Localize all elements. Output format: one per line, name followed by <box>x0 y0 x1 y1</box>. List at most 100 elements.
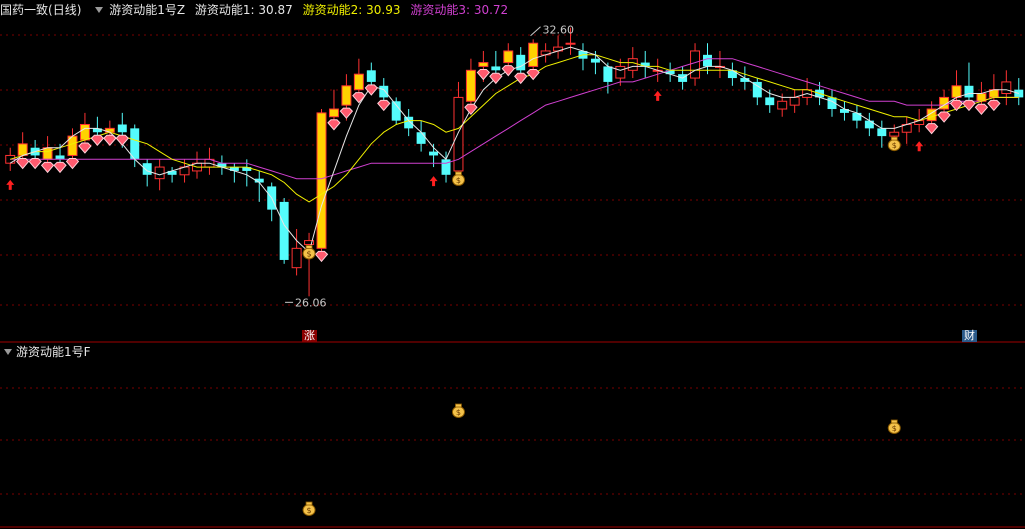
candle-body <box>291 247 302 269</box>
candle-body <box>703 54 712 67</box>
candle-body <box>42 147 53 160</box>
cai-marker: 财 <box>961 329 977 342</box>
candle-body <box>789 96 800 106</box>
candle-body <box>690 50 701 79</box>
candle-body <box>117 124 127 133</box>
indicator-name[interactable]: 游资动能1号Z <box>109 3 185 17</box>
candle-body <box>603 66 613 82</box>
up-arrow-icon <box>653 90 662 101</box>
money-bag-tie <box>890 136 898 141</box>
diamond-icon <box>115 134 129 147</box>
money-bag-symbol: $ <box>892 141 897 150</box>
candle-body <box>391 101 401 121</box>
diamond-icon <box>15 157 30 170</box>
candle-body <box>465 69 476 102</box>
candle-body <box>366 70 376 82</box>
diamond-icon <box>924 123 939 135</box>
diamond-icon <box>90 134 105 147</box>
candle-body <box>353 73 364 91</box>
ma1-line <box>9 46 1019 254</box>
diamond-icon <box>103 134 117 147</box>
stock-name: 国药一致 <box>0 3 49 17</box>
candle-body <box>55 155 65 160</box>
diamond-icon <box>352 92 366 104</box>
candle-body <box>79 123 90 141</box>
diamond-icon <box>526 68 540 81</box>
up-arrow-icon <box>429 176 438 187</box>
candle-body <box>528 42 539 67</box>
diamond-icon <box>974 103 989 116</box>
diamond-icon <box>364 84 378 96</box>
up-arrow-icon <box>915 141 924 152</box>
candle-body <box>565 42 576 45</box>
diamond-icon <box>987 99 1001 112</box>
candle-body <box>1001 81 1012 95</box>
candle-body <box>279 201 289 260</box>
diamond-icon <box>40 161 55 174</box>
money-bag-tie <box>305 245 313 249</box>
ma3-value: 30.72 <box>473 3 509 17</box>
candle-body <box>516 54 526 71</box>
candle-body <box>328 108 339 118</box>
candle-body <box>316 112 327 249</box>
diamond-icon <box>53 161 67 174</box>
candle-body <box>777 100 788 110</box>
candle-body <box>590 58 600 63</box>
sub-indicator-name[interactable]: 游资动能1号F <box>16 345 91 359</box>
high-pointer <box>530 26 541 37</box>
diamond-icon <box>962 99 976 112</box>
candle-body <box>416 132 426 144</box>
candle-body <box>17 143 28 156</box>
diamond-icon <box>28 157 42 170</box>
diamond-icon <box>937 111 951 123</box>
ma2-value: 30.93 <box>366 3 401 17</box>
candle-body <box>877 128 887 137</box>
diamond-icon <box>476 68 491 81</box>
low-price-label: 26.06 <box>295 296 327 309</box>
ma1-label: 游资动能1: <box>194 3 255 17</box>
candle-body <box>964 85 974 98</box>
diamond-icon <box>314 250 329 263</box>
sub-panel-header: 游资动能1号F <box>0 344 91 360</box>
ma3-label: 游资动能3: <box>410 3 470 17</box>
diamond-icon <box>327 119 341 131</box>
candle-body <box>615 65 626 79</box>
zhang-marker: 涨 <box>302 329 318 342</box>
candle-body <box>627 58 638 71</box>
ma1-readout: 游资动能1: 30.87 <box>195 3 293 17</box>
candle-body <box>441 159 451 175</box>
candle-body <box>478 62 489 67</box>
candle-body <box>154 166 165 180</box>
dropdown-arrow-icon[interactable] <box>95 7 104 13</box>
ma2-readout: 游资动能2: 30.93 <box>303 3 401 17</box>
money-bag-symbol: $ <box>892 424 897 433</box>
candle-body <box>429 151 439 156</box>
high-price-label: 32.60 <box>543 24 575 37</box>
candle-body <box>951 85 962 98</box>
candle-body <box>852 112 862 121</box>
candle-body <box>341 85 352 106</box>
candle-body <box>491 66 501 71</box>
ma1-value: 30.87 <box>258 3 293 17</box>
main-panel-header: 国药一致(日线) 游资动能1号Z 游资动能1: 30.87 游资动能2: 30.… <box>0 2 514 18</box>
money-bag-symbol: $ <box>307 506 312 515</box>
money-bag-tie <box>305 501 313 506</box>
candle-body <box>503 50 514 64</box>
period-label: (日线) <box>48 3 82 17</box>
diamond-icon <box>514 72 528 85</box>
money-bag-symbol: $ <box>456 408 461 417</box>
candle-body <box>404 116 414 129</box>
money-bag-tie <box>455 171 462 176</box>
candle-body <box>765 97 775 106</box>
candle-body <box>864 120 874 129</box>
money-bag-tie <box>455 403 462 408</box>
up-arrow-icon <box>6 179 15 190</box>
money-bag-tie <box>890 419 898 424</box>
diamond-icon <box>339 107 354 119</box>
ma2-label: 游资动能2: <box>302 3 363 17</box>
dropdown-arrow-icon[interactable] <box>4 349 12 355</box>
diamond-icon <box>949 99 964 112</box>
chart-canvas[interactable]: $ $ $ $ $ $32.60 26.06 <box>0 0 1025 529</box>
candle-body <box>142 163 152 175</box>
money-bag-symbol: $ <box>456 176 461 185</box>
